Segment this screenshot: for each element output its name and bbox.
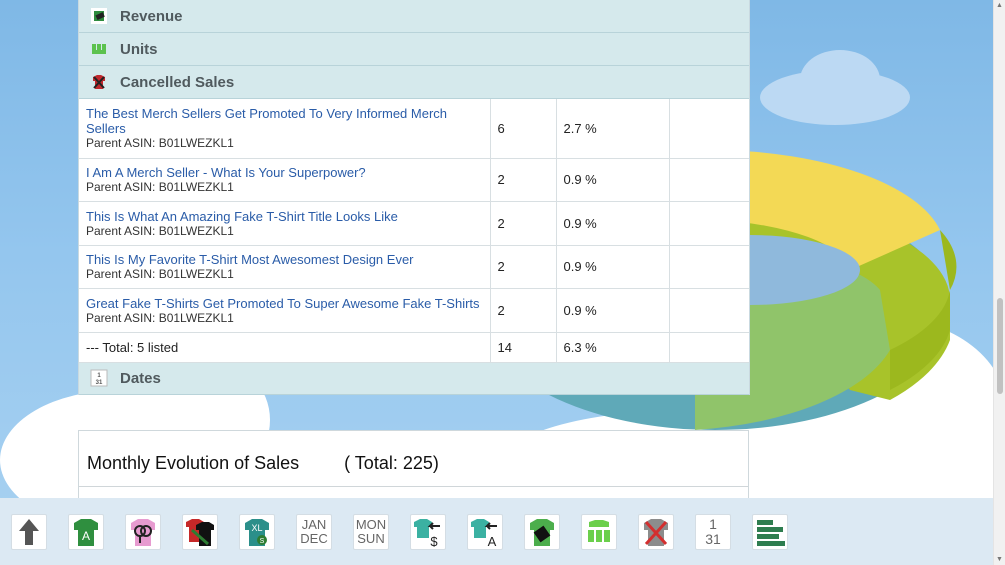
sort-price-button[interactable]: $ <box>410 513 446 550</box>
empty-cell <box>669 288 749 333</box>
sort-alpha-button[interactable]: A <box>467 513 503 550</box>
count-cell: 6 <box>490 99 557 159</box>
empty-cell <box>669 332 749 363</box>
sort-alpha-icon: A <box>471 518 497 548</box>
count-cell: 2 <box>490 158 557 202</box>
monthly-total: ( Total: 225) <box>344 453 439 473</box>
section-cancelled-sales[interactable]: Cancelled Sales <box>79 66 749 99</box>
months-button[interactable]: JAN DEC <box>296 513 332 550</box>
scrollbar-thumb[interactable] <box>997 298 1003 394</box>
percent-cell: 0.9 % <box>556 158 670 202</box>
cancelled-icon <box>644 518 668 546</box>
revenue-icon <box>89 6 109 26</box>
size-icon: XL S <box>245 518 269 546</box>
product-title-link[interactable]: The Best Merch Sellers Get Promoted To V… <box>86 106 483 136</box>
parent-asin: Parent ASIN: B01LWEZKL1 <box>86 223 234 238</box>
units-button[interactable] <box>581 513 617 550</box>
months-icon: JAN DEC <box>300 516 328 546</box>
percent-cell: 0.9 % <box>556 288 670 333</box>
scroll-down-arrow-icon[interactable]: ▼ <box>996 556 1003 563</box>
section-label-revenue: Revenue <box>120 7 183 25</box>
calendar-icon: 1 31 <box>89 368 109 388</box>
svg-text:XL: XL <box>251 523 262 533</box>
product-cell: This Is What An Amazing Fake T-Shirt Tit… <box>79 201 491 246</box>
divider <box>79 486 748 487</box>
section-dates[interactable]: 1 31 Dates <box>79 362 749 395</box>
bottom-toolbar: A XL S JAN DEC MON SUN $ A 1 31 <box>0 498 993 565</box>
shirt-a-icon: A <box>74 518 98 546</box>
cancelled-shirt-icon <box>89 72 109 92</box>
gender-icon <box>131 518 155 546</box>
parent-asin: Parent ASIN: B01LWEZKL1 <box>86 267 234 281</box>
gender-button[interactable] <box>125 513 161 550</box>
table-row: Great Fake T-Shirts Get Promoted To Supe… <box>79 288 749 333</box>
scroll-up-arrow-icon[interactable]: ▲ <box>996 2 1003 9</box>
product-cell: Great Fake T-Shirts Get Promoted To Supe… <box>79 288 491 333</box>
product-title-link[interactable]: I Am A Merch Seller - What Is Your Super… <box>86 165 483 180</box>
product-title-link[interactable]: Great Fake T-Shirts Get Promoted To Supe… <box>86 296 483 311</box>
vertical-scrollbar[interactable]: ▲ ▼ <box>993 0 1005 565</box>
total-percent: 6.3 % <box>556 332 670 363</box>
empty-cell <box>669 245 749 289</box>
up-arrow-icon <box>19 518 39 545</box>
section-label-cancelled: Cancelled Sales <box>120 73 235 91</box>
svg-text:A: A <box>82 529 90 543</box>
count-cell: 2 <box>490 201 557 246</box>
svg-text:$: $ <box>430 534 438 548</box>
cancel-shirts-button[interactable] <box>182 513 218 550</box>
table-row: This Is What An Amazing Fake T-Shirt Tit… <box>79 201 749 246</box>
bars-icon <box>757 519 785 546</box>
weekdays-icon: MON SUN <box>355 516 387 546</box>
cancelled-button[interactable] <box>638 513 674 550</box>
product-title-link[interactable]: This Is My Favorite T-Shirt Most Awesome… <box>86 252 483 267</box>
table-row: The Best Merch Sellers Get Promoted To V… <box>79 99 749 159</box>
monthly-evolution-panel: Monthly Evolution of Sales ( Total: 225) <box>78 430 749 500</box>
product-cell: The Best Merch Sellers Get Promoted To V… <box>79 99 491 159</box>
cancelled-sales-table: The Best Merch Sellers Get Promoted To V… <box>79 99 749 363</box>
product-cell: I Am A Merch Seller - What Is Your Super… <box>79 158 491 202</box>
parent-asin: Parent ASIN: B01LWEZKL1 <box>86 310 234 325</box>
units-icon <box>588 519 610 542</box>
section-label-dates: Dates <box>120 369 161 387</box>
parent-asin: Parent ASIN: B01LWEZKL1 <box>86 180 234 194</box>
parent-asin: Parent ASIN: B01LWEZKL1 <box>86 136 234 151</box>
size-button[interactable]: XL S <box>239 513 275 550</box>
sales-panel: Revenue Units Cancelled Sales The Best M… <box>78 0 750 395</box>
sort-price-icon: $ <box>414 518 440 548</box>
total-row: --- Total: 5 listed 14 6.3 % <box>79 332 749 363</box>
shirt-a-button[interactable]: A <box>68 513 104 550</box>
total-count: 14 <box>490 332 557 363</box>
percent-cell: 0.9 % <box>556 201 670 246</box>
empty-cell <box>669 158 749 202</box>
monthly-title: Monthly Evolution of Sales <box>87 453 300 473</box>
percent-cell: 2.7 % <box>556 99 670 159</box>
section-revenue[interactable]: Revenue <box>79 0 749 33</box>
svg-text:31: 31 <box>96 380 103 386</box>
price-tag-button[interactable] <box>524 513 560 550</box>
cancel-shirts-icon <box>186 518 214 546</box>
percent-cell: 0.9 % <box>556 245 670 289</box>
table-row: I Am A Merch Seller - What Is Your Super… <box>79 158 749 202</box>
weekdays-button[interactable]: MON SUN <box>353 513 389 550</box>
bar-chart-button[interactable] <box>752 513 788 550</box>
count-cell: 2 <box>490 288 557 333</box>
product-title-link[interactable]: This Is What An Amazing Fake T-Shirt Tit… <box>86 209 483 224</box>
total-label: --- Total: 5 listed <box>79 332 491 363</box>
section-units[interactable]: Units <box>79 33 749 66</box>
price-tag-icon <box>530 518 554 546</box>
units-icon <box>89 39 109 59</box>
table-row: This Is My Favorite T-Shirt Most Awesome… <box>79 245 749 289</box>
empty-cell <box>669 201 749 246</box>
scroll-top-button[interactable] <box>11 513 47 550</box>
svg-text:A: A <box>488 534 497 548</box>
section-label-units: Units <box>120 40 158 58</box>
svg-text:S: S <box>260 538 265 545</box>
calendar-button[interactable]: 1 31 <box>695 513 731 550</box>
empty-cell <box>669 99 749 159</box>
calendar-icon: 1 31 <box>705 515 721 547</box>
product-cell: This Is My Favorite T-Shirt Most Awesome… <box>79 245 491 289</box>
count-cell: 2 <box>490 245 557 289</box>
